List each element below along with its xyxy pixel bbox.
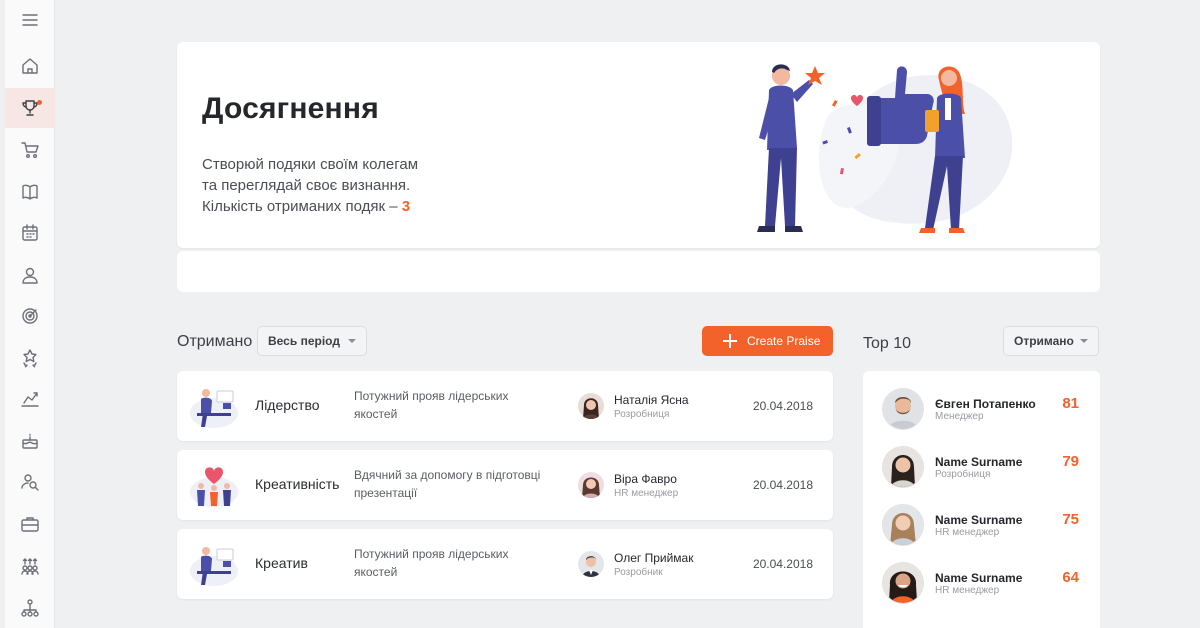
received-label: Отримано: [177, 333, 253, 350]
top10-score: 79: [1062, 453, 1079, 470]
plus-icon: [723, 334, 737, 348]
team-icon[interactable]: [5, 546, 55, 586]
chevron-down-icon: [1080, 339, 1088, 343]
period-select[interactable]: Весь період: [257, 326, 367, 356]
avatar: [883, 505, 923, 545]
top10-name: Name Surname: [935, 455, 1023, 469]
user-icon[interactable]: [5, 255, 55, 295]
hero-description: Створюй подяки своїм колегам та перегляд…: [202, 154, 418, 217]
hero-line-3: Кількість отриманих подяк – 3: [202, 196, 418, 217]
praise-description: Потужний прояв лідерських якостей: [354, 389, 509, 421]
top10-label: Top 10: [863, 335, 912, 352]
praise-card[interactable]: Креативність Вдячний за допомогу в підго…: [177, 450, 833, 520]
trophy-icon[interactable]: [5, 88, 55, 128]
praise-category: Креативність: [255, 476, 340, 492]
praise-date: 20.04.2018: [752, 399, 813, 413]
top10-role: Розробниця: [935, 469, 991, 480]
target-icon[interactable]: [5, 296, 55, 336]
person-name: Віра Фавро: [614, 472, 677, 486]
top10-name: Name Surname: [935, 513, 1023, 527]
chart-icon[interactable]: [5, 379, 55, 419]
praise-category: Лідерство: [255, 397, 320, 413]
leadership-illustration: [190, 389, 238, 428]
avatar: [883, 563, 923, 603]
top10-row[interactable]: Name Surname Розробниця 79: [863, 447, 1100, 505]
top10-select-value: Отримано: [1014, 334, 1074, 348]
avatar: [578, 393, 604, 419]
top10-name: Name Surname: [935, 571, 1023, 585]
search-people-icon[interactable]: [5, 462, 55, 502]
sidebar: [5, 0, 55, 628]
top10-score: 75: [1062, 511, 1079, 528]
tabs-strip: [177, 251, 1100, 292]
avatar: [883, 447, 923, 487]
top10-role: Менеджер: [935, 411, 984, 422]
avatar: [578, 551, 604, 577]
top10-panel: Євген Потапенко Менеджер 81 Name Surname…: [863, 371, 1100, 628]
book-icon[interactable]: [5, 172, 55, 212]
top10-select[interactable]: Отримано: [1003, 326, 1099, 356]
top10-row[interactable]: Name Surname HR менеджер 64: [863, 563, 1100, 621]
person-name: Наталія Ясна: [614, 393, 689, 407]
chevron-down-icon: [348, 339, 356, 343]
praise-date: 20.04.2018: [752, 557, 813, 571]
person-role: Розробник: [614, 567, 663, 578]
top10-score: 64: [1062, 569, 1079, 586]
top10-score: 81: [1062, 395, 1079, 412]
praise-date: 20.04.2018: [752, 478, 813, 492]
praise-card[interactable]: Креатив Потужний прояв лідерських якосте…: [177, 529, 833, 599]
avatar: [883, 389, 923, 429]
person-role: HR менеджер: [614, 488, 679, 499]
menu-icon[interactable]: [5, 0, 55, 40]
hero-line-1: Створюй подяки своїм колегам: [202, 156, 419, 173]
praise-count-label: Кількість отриманих подяк –: [202, 198, 402, 215]
praise-category: Креатив: [255, 555, 308, 571]
person-role: Розробниця: [614, 409, 670, 420]
create-praise-label: Create Praise: [747, 334, 821, 348]
praise-count: 3: [401, 198, 411, 215]
avatar: [578, 472, 604, 498]
period-select-value: Весь період: [268, 334, 340, 348]
person-name: Олег Приймак: [614, 551, 694, 565]
top10-row[interactable]: Євген Потапенко Менеджер 81: [863, 389, 1100, 447]
briefcase-icon[interactable]: [5, 504, 55, 544]
stars-icon[interactable]: [5, 338, 55, 378]
notification-dot: [37, 100, 42, 105]
home-icon[interactable]: [5, 46, 55, 86]
hero-banner: Досягнення Створюй подяки своїм колегам …: [177, 42, 1100, 248]
org-chart-icon[interactable]: [5, 588, 55, 628]
create-praise-button[interactable]: Create Praise: [702, 326, 833, 356]
hero-line-2: та переглядай своє визнання.: [202, 177, 411, 194]
top10-name: Євген Потапенко: [935, 397, 1036, 411]
page-title: Досягнення: [202, 92, 379, 125]
praise-description: Вдячний за допомогу в підготовці презент…: [354, 468, 541, 500]
creativity-illustration: [190, 467, 238, 507]
cake-icon[interactable]: [5, 421, 55, 461]
top10-role: HR менеджер: [935, 527, 1000, 538]
cart-icon[interactable]: [5, 130, 55, 170]
hero-illustration: [757, 64, 1013, 233]
top10-row[interactable]: Name Surname HR менеджер 75: [863, 505, 1100, 563]
praise-description: Потужний прояв лідерських якостей: [354, 547, 509, 579]
top10-role: HR менеджер: [935, 585, 1000, 596]
calendar-icon[interactable]: [5, 213, 55, 253]
praise-card[interactable]: Лідерство Потужний прояв лідерських якос…: [177, 371, 833, 441]
creative-illustration: [190, 547, 238, 586]
